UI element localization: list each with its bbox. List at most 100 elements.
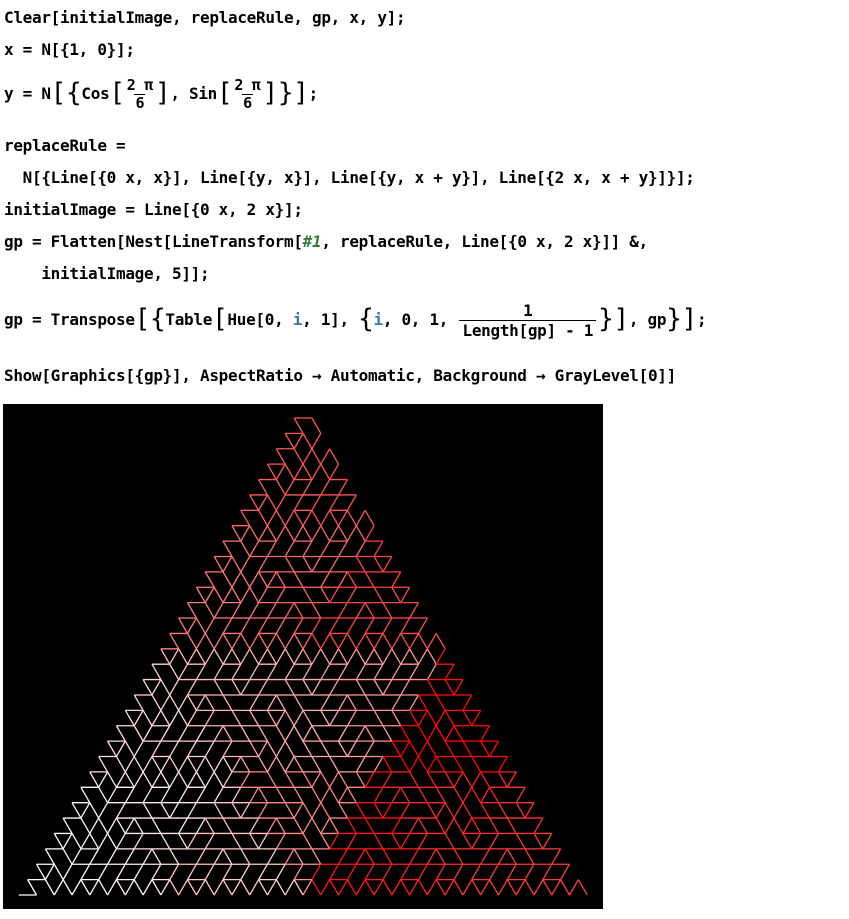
fractal-segment — [169, 663, 180, 680]
fractal-segment — [311, 633, 322, 650]
fractal-segment — [284, 771, 295, 788]
fractal-segment — [222, 771, 233, 788]
fractal-segment — [293, 879, 304, 896]
fractal-segment — [204, 817, 215, 834]
fractal-segment — [382, 679, 393, 696]
fractal-segment — [355, 802, 366, 819]
fractal-segment — [284, 740, 295, 757]
fractal-segment — [568, 879, 579, 896]
fractal-segment — [89, 879, 100, 896]
fractal-segment — [186, 617, 197, 634]
fractal-segment — [471, 756, 482, 773]
fractal-segment — [106, 740, 118, 757]
fractal-segment — [320, 525, 331, 542]
fractal-segment — [204, 740, 215, 757]
fractal-segment — [169, 756, 180, 773]
fractal-segment — [80, 863, 91, 880]
fractal-segment — [186, 694, 197, 711]
fractal-segment — [142, 756, 153, 773]
fractal-segment — [160, 679, 171, 696]
fractal-segment — [480, 740, 491, 757]
fractal-segment — [62, 879, 73, 896]
fractal-segment — [231, 802, 242, 819]
fractal-segment — [346, 740, 357, 757]
fractal-segment — [364, 694, 375, 711]
fractal-segment — [240, 633, 251, 650]
fractal-segment — [480, 848, 491, 865]
fractal-segment — [462, 740, 473, 757]
fractal-segment — [435, 633, 446, 650]
fractal-segment — [275, 448, 286, 465]
fractal-segment — [355, 663, 366, 680]
fractal-segment — [337, 663, 348, 680]
fractal-segment — [373, 802, 384, 819]
fractal-segment — [249, 710, 260, 727]
fractal-segment — [426, 802, 437, 819]
fractal-segment — [204, 694, 215, 711]
fractal-segment — [275, 879, 286, 896]
fractal-segment — [382, 602, 393, 619]
fractal-segment — [293, 694, 304, 711]
fractal-segment — [311, 817, 322, 834]
fractal-segment — [115, 771, 126, 788]
fractal-segment — [293, 571, 304, 588]
fractal-segment — [284, 540, 295, 557]
fractal-segment — [80, 817, 91, 834]
fractal-segment — [293, 725, 304, 742]
graphics-output[interactable] — [3, 404, 603, 909]
fractal-segment — [515, 833, 526, 850]
fractal-segment — [337, 648, 348, 665]
fractal-segment — [178, 817, 189, 834]
fractal-segment — [62, 817, 73, 834]
fractal-segment — [409, 602, 420, 619]
fractal-segment — [249, 786, 260, 804]
fractal-segment — [204, 633, 215, 650]
fractal-segment — [266, 571, 277, 588]
fractal-segment — [311, 417, 322, 434]
fractal-segment — [551, 848, 562, 865]
fractal-segment — [320, 663, 331, 680]
fractal-segment — [195, 771, 206, 788]
fractal-segment — [160, 879, 171, 896]
fractal-segment — [284, 556, 295, 573]
fractal-segment — [435, 802, 446, 819]
fraction-step: 1 Length[gp] - 1 — [459, 301, 597, 340]
fractal-segment — [186, 648, 197, 665]
fractal-segment — [329, 633, 340, 650]
fractal-segment — [98, 817, 109, 834]
fractal-segment — [258, 786, 269, 804]
fractal-segment — [284, 602, 295, 619]
fractal-segment — [195, 694, 206, 711]
fractal-segment — [258, 525, 269, 542]
iterator-variable: i — [373, 310, 383, 329]
fractal-segment — [400, 679, 411, 696]
fractal-segment — [337, 879, 348, 896]
notebook-input-cell[interactable]: Clear[initialImage, replaceRule, gp, x, … — [4, 0, 847, 385]
fractal-segment — [337, 802, 348, 819]
fractal-segment — [266, 663, 277, 680]
fractal-segment — [364, 509, 375, 527]
fractal-segment — [524, 802, 535, 819]
fractal-segment — [391, 648, 402, 665]
fractal-segment — [373, 756, 384, 773]
fractal-segment — [249, 633, 260, 650]
fractal-segment — [80, 802, 91, 819]
fractal-segment — [391, 633, 402, 650]
fractal-segment — [400, 648, 411, 665]
fractal-segment — [506, 771, 517, 788]
fractal-segment — [53, 879, 64, 896]
fractal-segment — [213, 771, 224, 788]
fractal-segment — [453, 817, 464, 834]
fractal-segment — [240, 771, 251, 788]
fractal-segment — [355, 725, 366, 742]
fractal-segment — [435, 817, 446, 834]
fractal-segment — [471, 879, 482, 896]
fractal-segment — [355, 679, 366, 696]
fractal-segment — [311, 448, 322, 465]
fractal-segment — [115, 756, 126, 773]
fractal-segment — [462, 817, 473, 834]
fractal-segment — [213, 633, 224, 650]
fractal-segment — [391, 571, 402, 588]
fractal-segment — [471, 786, 482, 804]
fractal-segment — [178, 833, 189, 850]
